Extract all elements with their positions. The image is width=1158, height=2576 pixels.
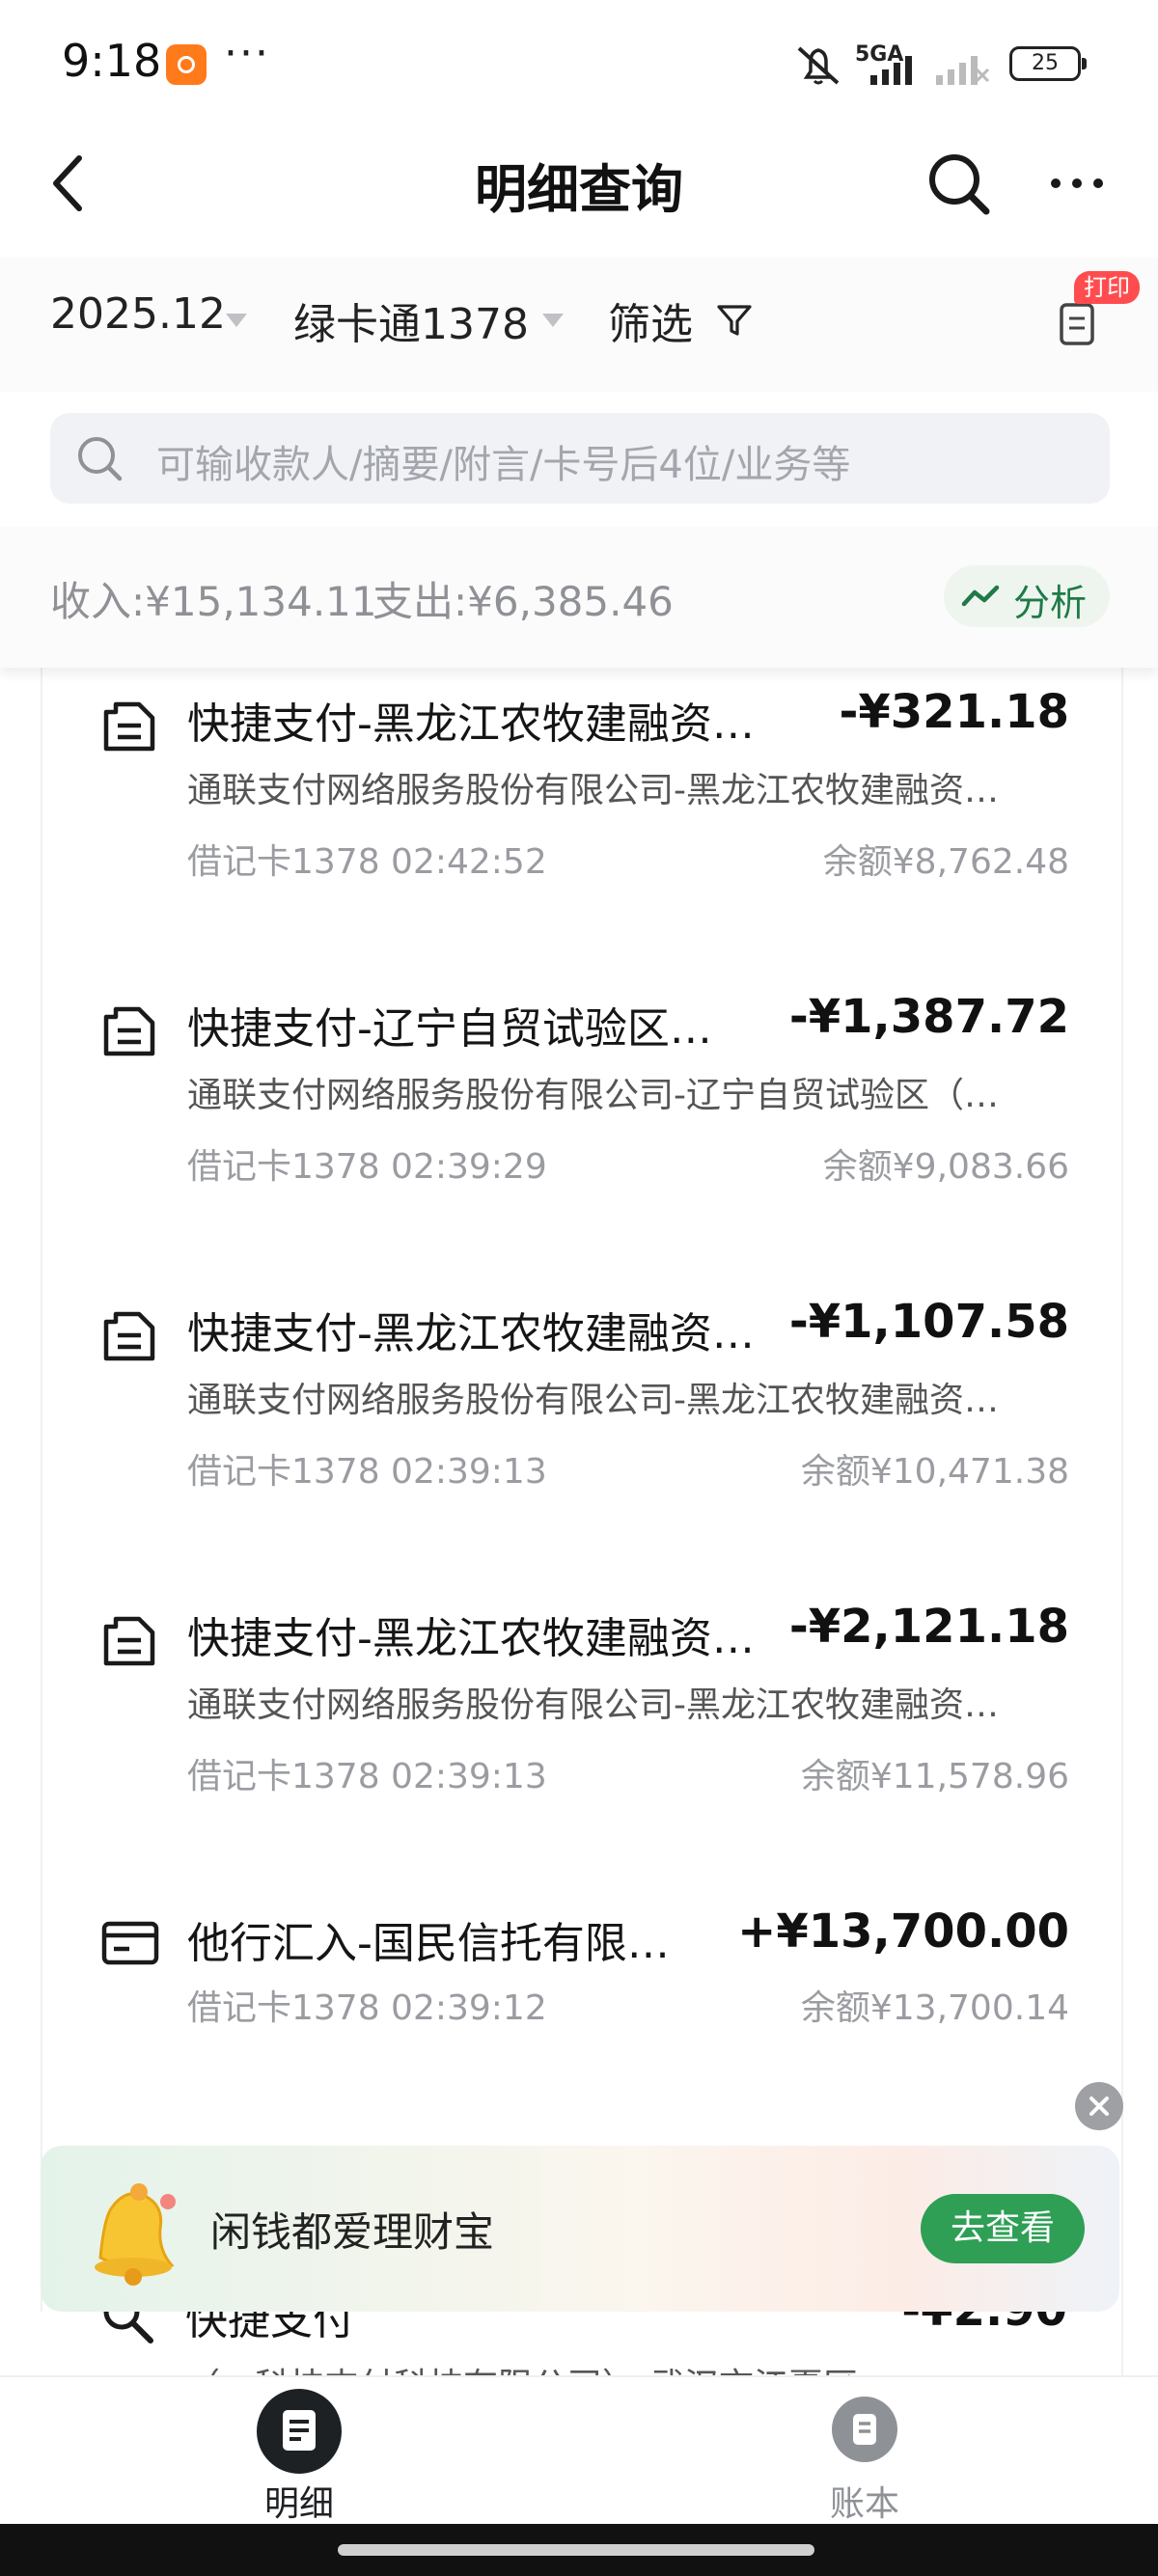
analysis-label: 分析 xyxy=(1013,582,1088,624)
transaction-balance: 余额¥8,762.48 xyxy=(822,842,1069,882)
mute-icon xyxy=(797,46,840,85)
transaction-row[interactable]: 快捷支付-黑龙江农牧建融资… -¥321.18 通联支付网络服务股份有限公司-黑… xyxy=(42,668,1121,973)
analysis-button[interactable]: 分析 xyxy=(944,565,1110,627)
ledger-icon xyxy=(832,2397,897,2462)
caret-down-icon xyxy=(542,314,564,327)
transaction-title: 快捷支付-黑龙江农牧建融资… xyxy=(187,699,755,749)
transaction-description: 通联支付网络服务股份有限公司-黑龙江农牧建融资… xyxy=(187,771,999,810)
promo-text: 闲钱都爱理财宝 xyxy=(210,2208,495,2256)
payment-icon xyxy=(103,1616,155,1666)
transaction-row[interactable]: 快捷支付-黑龙江农牧建融资… -¥2,121.18 通联支付网络服务股份有限公司… xyxy=(42,1582,1121,1887)
tab-detail[interactable]: 明细 xyxy=(232,2377,367,2526)
promo-close-button[interactable] xyxy=(1075,2082,1123,2130)
summary-row: 收入:¥15,134.11 支出:¥6,385.46 分析 xyxy=(0,527,1158,668)
expense-total: 支出:¥6,385.46 xyxy=(372,578,674,625)
promo-banner[interactable]: 闲钱都爱理财宝 去查看 xyxy=(41,2146,1119,2312)
signal-icon-secondary xyxy=(936,56,990,85)
battery-level: 25 xyxy=(1032,51,1059,75)
caret-down-icon xyxy=(226,314,247,327)
transaction-balance: 余额¥11,578.96 xyxy=(800,1757,1069,1796)
promo-view-button[interactable]: 去查看 xyxy=(921,2194,1085,2263)
filter-button[interactable]: 筛选 xyxy=(608,289,693,351)
transaction-card-time: 借记卡1378 02:42:52 xyxy=(187,842,547,882)
transaction-description: 通联支付网络服务股份有限公司-黑龙江农牧建融资… xyxy=(187,1381,999,1420)
transaction-card-time: 借记卡1378 02:39:29 xyxy=(187,1147,547,1187)
tab-ledger[interactable]: 账本 xyxy=(797,2377,932,2526)
search-placeholder: 可输收款人/摘要/附言/卡号后4位/业务等 xyxy=(156,443,851,487)
tab-detail-label: 明细 xyxy=(263,2484,334,2524)
home-indicator[interactable] xyxy=(338,2544,814,2556)
transaction-description: 通联支付网络服务股份有限公司-黑龙江农牧建融资… xyxy=(187,1685,999,1725)
transaction-row[interactable]: 快捷支付-黑龙江农牧建融资… -¥1,107.58 通联支付网络服务股份有限公司… xyxy=(42,1277,1121,1582)
search-input[interactable]: 可输收款人/摘要/附言/卡号后4位/业务等 xyxy=(50,413,1110,504)
transaction-row-partial[interactable]: 快捷支付 -¥2.90 （…科技支付科技有限公司）-武汉市江夏区… xyxy=(41,2312,1119,2379)
app-notification-icon xyxy=(166,44,207,85)
search-icon xyxy=(78,437,123,481)
bell-icon xyxy=(95,2183,176,2286)
transaction-title: 快捷支付-黑龙江农牧建融资… xyxy=(187,1614,755,1663)
tab-bar: 明细 账本 xyxy=(0,2375,1158,2526)
transaction-amount: -¥2.90 xyxy=(901,2312,1067,2337)
battery-icon: 25 xyxy=(1009,46,1087,81)
payment-icon xyxy=(103,1006,155,1056)
transaction-list: 快捷支付-黑龙江农牧建融资… -¥321.18 通联支付网络服务股份有限公司-黑… xyxy=(41,668,1123,2375)
trend-icon xyxy=(961,585,1000,607)
transaction-description: 通联支付网络服务股份有限公司-辽宁自贸试验区（… xyxy=(187,1076,999,1115)
more-button[interactable] xyxy=(1048,159,1106,207)
transaction-card-time: 借记卡1378 02:39:12 xyxy=(187,1988,547,2028)
search-payment-icon xyxy=(103,2312,153,2343)
payment-icon xyxy=(103,701,155,752)
more-icon xyxy=(1051,178,1103,188)
status-more-dots: ··· xyxy=(224,29,270,78)
document-icon xyxy=(257,2389,342,2474)
transaction-title: 快捷支付 xyxy=(185,2312,355,2344)
search-button[interactable] xyxy=(924,150,992,217)
transaction-balance: 余额¥10,471.38 xyxy=(800,1452,1069,1492)
transaction-amount: -¥321.18 xyxy=(839,685,1069,739)
month-selector[interactable]: 2025.12 xyxy=(50,289,226,339)
transaction-amount: +¥13,700.00 xyxy=(737,1905,1069,1959)
transaction-balance: 余额¥9,083.66 xyxy=(822,1147,1069,1187)
transaction-amount: -¥1,387.72 xyxy=(788,990,1069,1044)
status-time: 9:18 xyxy=(62,35,162,87)
transaction-balance: 余额¥13,700.14 xyxy=(800,1988,1069,2028)
transaction-row[interactable]: 快捷支付-辽宁自贸试验区… -¥1,387.72 通联支付网络服务股份有限公司-… xyxy=(42,973,1121,1277)
print-badge[interactable]: 打印 xyxy=(1074,271,1140,304)
transaction-title: 快捷支付-黑龙江农牧建融资… xyxy=(187,1309,755,1358)
transfer-in-icon xyxy=(101,1921,159,1965)
funnel-icon[interactable] xyxy=(716,302,753,339)
signal-icon xyxy=(870,56,912,85)
transaction-amount: -¥1,107.58 xyxy=(788,1295,1069,1349)
transaction-title: 他行汇入-国民信托有限… xyxy=(187,1919,670,1968)
transaction-amount: -¥2,121.18 xyxy=(788,1600,1069,1654)
card-selector[interactable]: 绿卡通1378 xyxy=(293,289,529,351)
transaction-card-time: 借记卡1378 02:39:13 xyxy=(187,1757,547,1796)
income-total: 收入:¥15,134.11 xyxy=(50,578,377,625)
tab-ledger-label: 账本 xyxy=(829,2484,899,2524)
system-nav-bar xyxy=(0,2524,1158,2576)
payment-icon xyxy=(103,1311,155,1361)
transaction-card-time: 借记卡1378 02:39:13 xyxy=(187,1452,547,1492)
transaction-title: 快捷支付-辽宁自贸试验区… xyxy=(187,1004,712,1054)
search-icon xyxy=(929,154,990,215)
close-icon xyxy=(1089,2096,1109,2116)
